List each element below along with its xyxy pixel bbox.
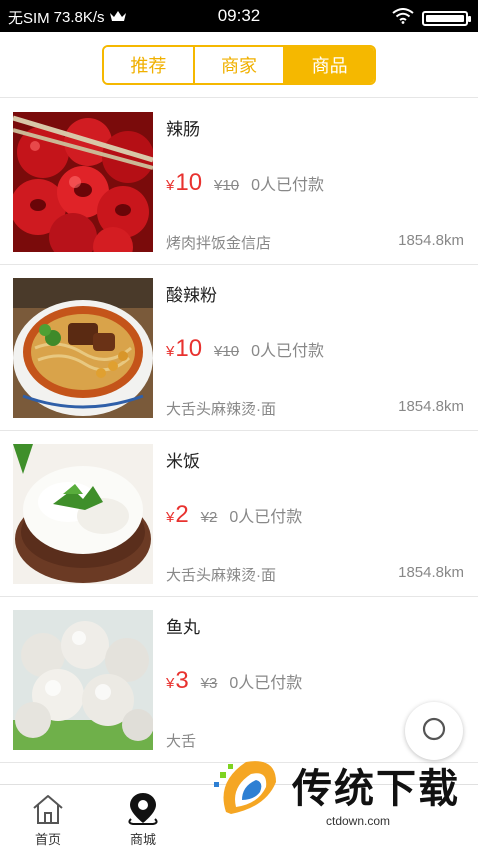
price-row: ¥10 ¥10 0人已付款 [166, 335, 324, 363]
product-name: 辣肠 [166, 120, 200, 139]
shop-name: 烤肉拌饭金信店 [166, 235, 272, 252]
nav-home[interactable]: 首页 [8, 785, 88, 850]
sold-count: 0人已付款 [229, 675, 303, 692]
shop-name: 大舌头麻辣烫·面 [166, 401, 276, 418]
tab-products[interactable]: 商品 [285, 47, 374, 83]
location-pin-icon [125, 791, 161, 827]
nav-mall[interactable]: 商城 [103, 785, 183, 850]
shop-name: 大舌 [166, 733, 197, 750]
product-list: 辣肠 ¥10 ¥10 0人已付款 烤肉拌饭金信店 1854.8km 酸辣粉 ¥1… [0, 99, 478, 763]
price: ¥10 [166, 335, 203, 362]
price: ¥3 [166, 667, 189, 694]
wifi-icon [392, 8, 414, 28]
price-row: ¥3 ¥3 0人已付款 [166, 667, 302, 695]
circle-icon [421, 716, 447, 747]
product-name: 米饭 [166, 452, 200, 471]
product-name: 鱼丸 [166, 618, 200, 637]
product-item[interactable]: 米饭 ¥2 ¥2 0人已付款 大舌头麻辣烫·面 1854.8km [0, 431, 478, 597]
distance: 1854.8km [398, 564, 464, 581]
tabs-bar: 推荐 商家 商品 [0, 32, 478, 98]
distance: 1854.8km [398, 398, 464, 415]
original-price: ¥10 [214, 177, 240, 194]
watermark-logo-icon [206, 752, 286, 837]
tab-recommend[interactable]: 推荐 [104, 47, 195, 83]
nav-home-label: 首页 [34, 832, 61, 847]
nav-mall-label: 商城 [129, 832, 156, 847]
watermark: 传统下载 ctdown.com [206, 752, 478, 832]
segmented-control: 推荐 商家 商品 [102, 45, 376, 85]
original-price: ¥10 [214, 343, 240, 360]
price-row: ¥10 ¥10 0人已付款 [166, 169, 324, 197]
status-bar: 无SIM 73.8K/s 09:32 [0, 0, 478, 32]
shop-name: 大舌头麻辣烫·面 [166, 567, 276, 584]
price: ¥10 [166, 169, 203, 196]
sold-count: 0人已付款 [251, 177, 324, 194]
price: ¥2 [166, 501, 189, 528]
product-image-sausage [13, 112, 153, 252]
sold-count: 0人已付款 [229, 509, 303, 526]
original-price: ¥2 [200, 509, 218, 526]
product-image-rice [13, 444, 153, 584]
status-right [392, 8, 471, 28]
distance: 1854.8km [398, 232, 464, 249]
product-image-fishballs [13, 610, 153, 750]
watermark-url: ctdown.com [326, 814, 391, 828]
home-icon [31, 791, 65, 827]
watermark-text: 传统下载 [292, 766, 460, 812]
product-item[interactable]: 辣肠 ¥10 ¥10 0人已付款 烤肉拌饭金信店 1854.8km [0, 99, 478, 265]
battery-icon [422, 10, 471, 26]
tab-merchants[interactable]: 商家 [194, 47, 286, 83]
original-price: ¥3 [200, 675, 218, 692]
product-name: 酸辣粉 [166, 286, 217, 305]
product-item[interactable]: 酸辣粉 ¥10 ¥10 0人已付款 大舌头麻辣烫·面 1854.8km [0, 265, 478, 431]
sold-count: 0人已付款 [251, 343, 324, 360]
price-row: ¥2 ¥2 0人已付款 [166, 501, 302, 529]
product-image-noodles [13, 278, 153, 418]
